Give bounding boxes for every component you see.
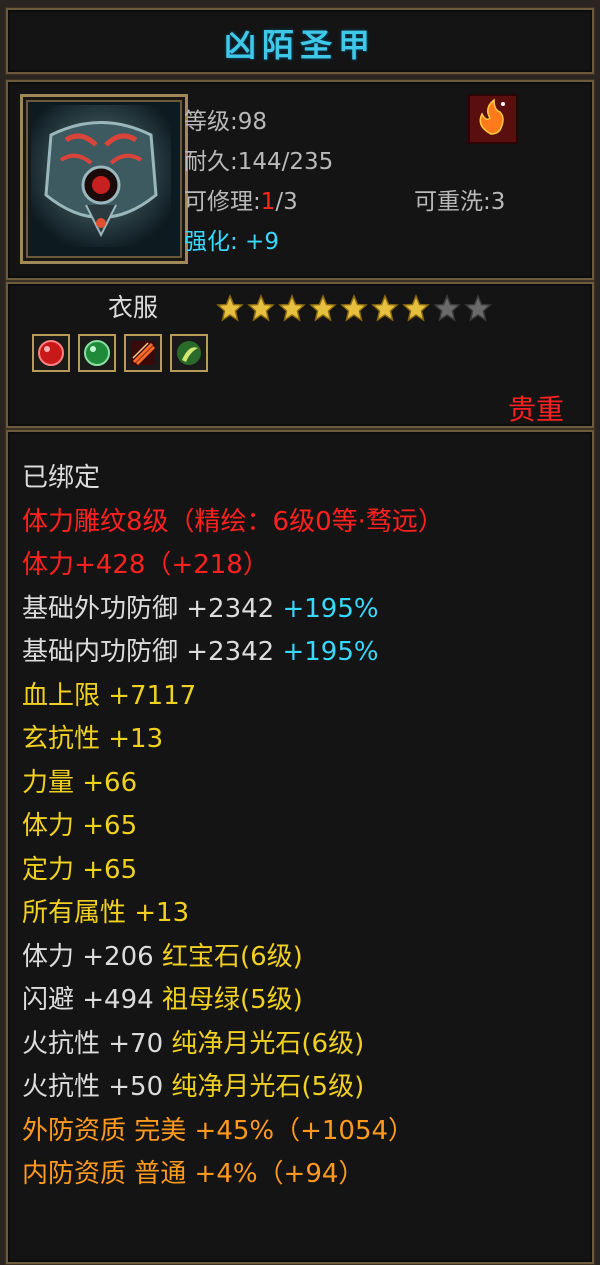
- attribute-text: 基础外功防御 +2342: [22, 593, 275, 624]
- attribute-line: 力量 +66: [22, 767, 137, 799]
- attribute-extra: 红宝石(6级): [153, 941, 303, 972]
- star-empty-icon: [464, 294, 492, 322]
- attribute-extra: 纯净月光石(6级): [163, 1028, 365, 1059]
- attribute-line: 所有属性 +13: [22, 897, 189, 929]
- attribute-line: 基础内功防御 +2342 +195%: [22, 636, 379, 668]
- attribute-text: 火抗性 +50: [22, 1072, 164, 1102]
- attribute-text: 力量 +66: [22, 767, 138, 798]
- attribute-line: 火抗性 +70 纯净月光石(6级): [22, 1028, 364, 1060]
- attribute-text: 血上限 +7117: [22, 680, 197, 711]
- attribute-text: 体力 +65: [22, 811, 138, 841]
- title-bar: 凶陌圣甲: [6, 8, 594, 74]
- attribute-text: 体力 +206: [22, 941, 154, 972]
- attribute-text: 定力 +65: [22, 854, 138, 885]
- attribute-line: 基础外功防御 +2342 +195%: [22, 593, 379, 625]
- durability-value: 144/235: [237, 149, 334, 175]
- star-filled-icon: [309, 294, 337, 322]
- star-filled-icon: [371, 294, 399, 322]
- star-filled-icon: [402, 294, 430, 322]
- reforge-stat: 可重洗:3: [414, 182, 505, 216]
- star-rating: [216, 294, 492, 322]
- attribute-text: 已绑定: [22, 463, 101, 493]
- attribute-extra: 祖母绿(5级): [153, 985, 303, 1015]
- attribute-line: 外防资质 完美 +45%（+1054）: [22, 1115, 414, 1147]
- reforge-value: 3: [490, 189, 506, 215]
- red-gem-icon: [32, 334, 70, 372]
- repair-current: 1: [260, 189, 276, 215]
- attribute-extra: +195%: [274, 637, 379, 667]
- moon-gem-icon: [170, 334, 208, 372]
- enhance-stat: 强化: +9: [184, 222, 279, 256]
- attribute-text: 体力雕纹8级（精绘：6级0等·骛远）: [22, 506, 444, 537]
- durability-stat: 耐久:144/235: [184, 142, 333, 176]
- enhance-value: +9: [237, 229, 279, 255]
- item-title: 凶陌圣甲: [223, 26, 376, 64]
- attribute-text: 火抗性 +70: [22, 1028, 164, 1059]
- fire-gem-icon: [124, 334, 162, 372]
- repair-stat: 可修理:1/3: [184, 182, 298, 216]
- star-filled-icon: [247, 294, 275, 322]
- star-filled-icon: [340, 294, 368, 322]
- attribute-text: 外防资质 完美 +45%（+1054）: [22, 1115, 415, 1146]
- attribute-line: 体力 +206 红宝石(6级): [22, 941, 303, 973]
- attribute-text: 所有属性 +13: [22, 898, 190, 928]
- attribute-text: 基础内功防御 +2342: [22, 637, 275, 667]
- attribute-line: 定力 +65: [22, 854, 137, 886]
- attribute-text: 玄抗性 +13: [22, 724, 164, 754]
- star-empty-icon: [433, 294, 461, 322]
- attribute-line: 体力 +65: [22, 810, 137, 842]
- level-label: 等级:: [184, 109, 238, 135]
- durability-label: 耐久:: [184, 149, 238, 175]
- attribute-text: 内防资质 普通 +4%（+94）: [22, 1159, 365, 1189]
- level-stat: 等级:98: [184, 102, 267, 136]
- rarity-label: 贵重: [507, 393, 564, 426]
- slot-label: 衣服: [108, 293, 159, 322]
- attribute-line: 血上限 +7117: [22, 680, 196, 712]
- star-filled-icon: [278, 294, 306, 322]
- enhance-label: 强化:: [184, 229, 238, 255]
- attribute-line: 体力+428（+218）: [22, 549, 269, 581]
- item-header: [6, 80, 594, 280]
- level-value: 98: [237, 109, 268, 135]
- reforge-label: 可重洗:: [414, 189, 491, 215]
- attribute-line: 内防资质 普通 +4%（+94）: [22, 1158, 364, 1190]
- green-gem-icon: [78, 334, 116, 372]
- gem-sockets: [32, 334, 208, 372]
- fire-emblem-icon: [468, 94, 518, 144]
- attribute-extra: 纯净月光石(5级): [163, 1072, 365, 1102]
- attribute-extra: +195%: [274, 593, 379, 624]
- attribute-line: 体力雕纹8级（精绘：6级0等·骛远）: [22, 506, 444, 538]
- attribute-line: 火抗性 +50 纯净月光石(5级): [22, 1071, 364, 1103]
- armor-icon: [20, 94, 188, 264]
- tooltip-frame: 凶陌圣甲 等级:98 耐久:144/235 可修理:1/3 可重洗:3 强化: …: [0, 0, 600, 1265]
- attribute-text: 闪避 +494: [22, 985, 154, 1015]
- attribute-text: 体力+428（+218）: [22, 550, 269, 580]
- repair-total: /3: [275, 189, 298, 215]
- star-filled-icon: [216, 294, 244, 322]
- attribute-line: 已绑定: [22, 462, 100, 494]
- attribute-line: 玄抗性 +13: [22, 723, 163, 755]
- attribute-line: 闪避 +494 祖母绿(5级): [22, 984, 303, 1016]
- repair-label: 可修理:: [184, 189, 261, 215]
